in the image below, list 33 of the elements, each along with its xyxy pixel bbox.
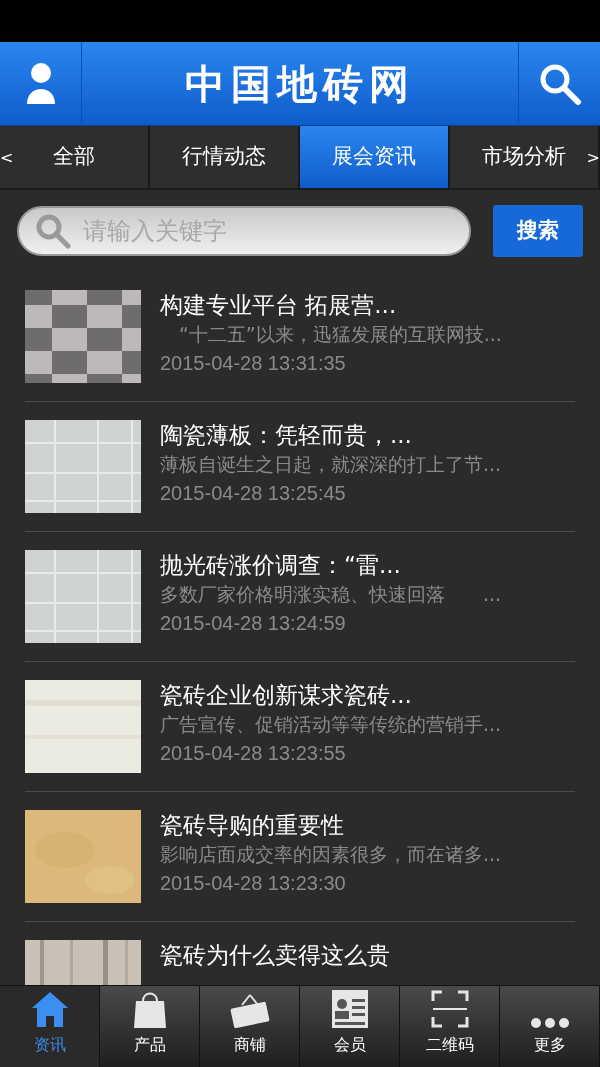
member-card-icon: [330, 989, 369, 1029]
article-summary: 多数厂家价格明涨实稳、快速回落 ...: [160, 582, 502, 607]
article-time: 2015-04-28 13:23:30: [160, 871, 347, 896]
bottom-nav-item[interactable]: 资讯: [0, 986, 100, 1067]
article-title[interactable]: 构建专业平台 拓展营...: [160, 290, 502, 320]
bottom-nav-item[interactable]: 会员: [300, 986, 400, 1067]
search-field[interactable]: 请输入关键字: [17, 206, 471, 256]
bottom-nav-item[interactable]: 二维码: [400, 986, 500, 1067]
article-time: 2015-04-28 13:23:55: [160, 741, 347, 766]
bottom-nav-item[interactable]: 商铺: [200, 986, 300, 1067]
article-title[interactable]: 陶瓷薄板：凭轻而贵，...: [160, 420, 502, 450]
bottom-nav-item[interactable]: 产品: [100, 986, 200, 1067]
previous-arrow[interactable]: <: [0, 146, 14, 170]
next-arrow[interactable]: >: [586, 146, 600, 170]
search-icon: [35, 213, 71, 249]
article-summary: “十二五”以来，迅猛发展的互联网技...: [178, 322, 502, 347]
article-title[interactable]: 瓷砖为什么卖得这么贵: [160, 940, 390, 970]
scan-icon: [429, 989, 470, 1029]
article-title[interactable]: 瓷砖导购的重要性: [160, 810, 502, 840]
article-summary: 影响店面成交率的因素很多，而在诸多...: [160, 842, 502, 867]
article-title[interactable]: 抛光砖涨价调查：“雷...: [160, 550, 502, 580]
article-time: 2015-04-28 13:25:45: [160, 481, 347, 506]
article-title[interactable]: 瓷砖企业创新谋求瓷砖...: [160, 680, 502, 710]
app-title: 中国地砖网: [185, 58, 415, 109]
search-submit-button[interactable]: 搜索: [493, 205, 583, 257]
more-icon: [529, 1017, 570, 1029]
article-time: 2015-04-28 13:24:59: [160, 611, 347, 636]
category-tab[interactable]: 展会资讯: [300, 126, 450, 188]
article-time: 2015-04-28 13:31:35: [160, 351, 347, 376]
user-icon: [24, 61, 57, 106]
article-summary: 薄板自诞生之日起，就深深的打上了节...: [160, 452, 502, 477]
bottom-nav-item[interactable]: 更多: [500, 986, 600, 1067]
article-summary: 广告宣传、促销活动等等传统的营销手...: [160, 712, 502, 737]
